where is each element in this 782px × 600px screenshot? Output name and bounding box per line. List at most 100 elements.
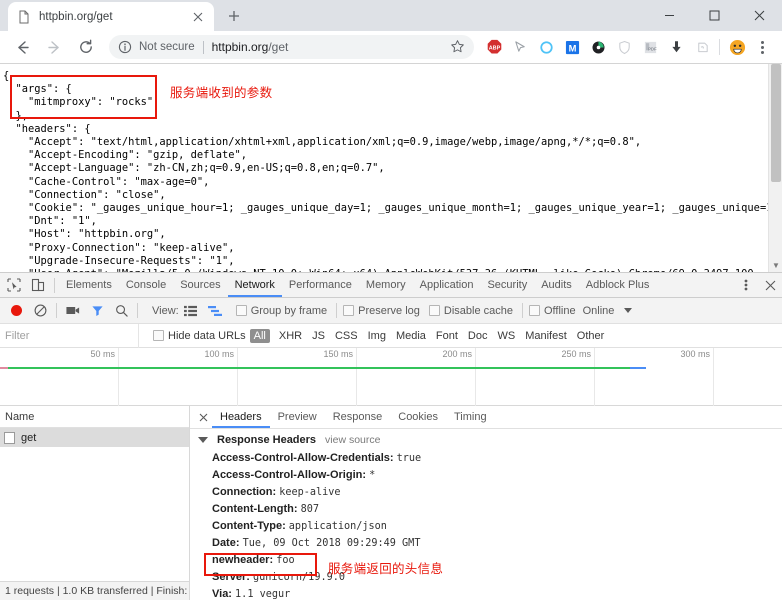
filter-type-all[interactable]: All	[249, 328, 270, 343]
preserve-log-checkbox[interactable]: Preserve log	[343, 305, 420, 317]
devtools-tab-sources[interactable]: Sources	[173, 273, 227, 297]
pdf-extension-icon[interactable]: PDF	[637, 34, 663, 60]
timeline-tick-label: 150 ms	[323, 349, 353, 359]
table-row[interactable]: get	[0, 428, 189, 447]
filter-type-other[interactable]: Other	[572, 330, 610, 342]
filter-type-manifest[interactable]: Manifest	[520, 330, 572, 342]
scroll-down-icon[interactable]: ▼	[769, 258, 782, 272]
filter-type-font[interactable]: Font	[431, 330, 463, 342]
history-extension-icon[interactable]	[689, 34, 715, 60]
filter-type-img[interactable]: Img	[363, 330, 391, 342]
device-toolbar-icon[interactable]	[26, 273, 50, 297]
hide-data-urls-checkbox[interactable]: Hide data URLs	[153, 330, 246, 342]
forward-icon[interactable]	[40, 33, 68, 61]
devtools-tab-adblock-plus[interactable]: Adblock Plus	[579, 273, 657, 297]
inspect-element-icon[interactable]	[2, 273, 26, 297]
detail-tab-cookies[interactable]: Cookies	[390, 406, 446, 428]
detail-close-icon[interactable]	[194, 407, 212, 427]
page-scrollbar[interactable]: ▲ ▼	[768, 64, 782, 272]
timeline-tick-label: 300 ms	[680, 349, 710, 359]
profile-avatar[interactable]	[724, 34, 750, 60]
filter-type-css[interactable]: CSS	[330, 330, 363, 342]
toolbar-divider-4	[521, 303, 523, 318]
download-extension-icon[interactable]	[663, 34, 689, 60]
online-throttle-value[interactable]: Online	[583, 305, 615, 317]
response-headers-section-header[interactable]: Response Headers view source	[190, 429, 782, 449]
toolbar-divider	[719, 39, 720, 55]
record-button[interactable]	[4, 299, 28, 323]
devtools-tab-network[interactable]: Network	[228, 273, 282, 297]
detail-tab-preview[interactable]: Preview	[270, 406, 325, 428]
circle-extension-icon[interactable]	[533, 34, 559, 60]
devtools-tab-console[interactable]: Console	[119, 273, 173, 297]
shield-extension-icon[interactable]	[611, 34, 637, 60]
address-bar[interactable]: Not secure httpbin.org/get	[109, 35, 474, 59]
offline-label: Offline	[543, 304, 576, 317]
window-minimize-button[interactable]	[647, 0, 692, 31]
triangle-down-icon[interactable]	[198, 437, 208, 443]
devtools-close-icon[interactable]	[758, 273, 782, 297]
list-view-icon[interactable]	[179, 299, 203, 323]
url-path: /get	[268, 40, 289, 54]
request-list-empty-space	[0, 447, 189, 581]
offline-checkbox[interactable]: Offline	[528, 304, 576, 317]
disable-cache-checkbox[interactable]: Disable cache	[428, 305, 513, 317]
filter-type-media[interactable]: Media	[391, 330, 431, 342]
window-close-button[interactable]	[737, 0, 782, 31]
browser-tab[interactable]: httpbin.org/get	[8, 2, 214, 31]
chrome-menu-button[interactable]	[750, 34, 774, 60]
devtools-tab-application[interactable]: Application	[413, 273, 481, 297]
header-value: keep-alive	[279, 486, 341, 498]
devtools-more-options-icon[interactable]	[734, 273, 758, 297]
filter-type-doc[interactable]: Doc	[463, 330, 493, 342]
search-icon[interactable]	[109, 299, 133, 323]
tab-strip: httpbin.org/get	[0, 0, 782, 31]
header-value: Tue, 09 Oct 2018 09:29:49 GMT	[242, 537, 421, 549]
devtools-tab-elements[interactable]: Elements	[59, 273, 119, 297]
waterfall-view-icon[interactable]	[203, 299, 227, 323]
window-maximize-button[interactable]	[692, 0, 737, 31]
header-name: Via:	[212, 587, 232, 600]
response-headers-title: Response Headers	[217, 434, 317, 446]
filter-input[interactable]: Filter	[0, 323, 139, 348]
annotation-box-args	[10, 75, 157, 119]
header-name: Access-Control-Allow-Origin:	[212, 468, 367, 481]
network-timeline-overview[interactable]: 50 ms 100 ms 150 ms 200 ms 250 ms 300 ms	[0, 348, 782, 406]
svg-text:PDF: PDF	[648, 46, 657, 51]
timeline-tick-label: 250 ms	[561, 349, 591, 359]
bookmark-star-icon[interactable]	[450, 39, 466, 55]
timeline-tick: 100 ms	[119, 348, 238, 406]
filter-type-xhr[interactable]: XHR	[274, 330, 307, 342]
header-value: *	[369, 469, 376, 481]
tab-close-icon[interactable]	[190, 9, 206, 25]
devtools-tab-memory[interactable]: Memory	[359, 273, 413, 297]
detail-tab-timing[interactable]: Timing	[446, 406, 495, 428]
document-icon	[4, 431, 15, 444]
view-source-link[interactable]: view source	[325, 434, 380, 446]
colorpick-extension-icon[interactable]	[585, 34, 611, 60]
capture-screenshots-icon[interactable]	[61, 299, 85, 323]
back-icon[interactable]	[8, 33, 36, 61]
annotation-text-newheader: 服务端返回的头信息	[328, 561, 444, 576]
detail-tab-response[interactable]: Response	[325, 406, 391, 428]
adblock-plus-extension-icon[interactable]: ABP	[481, 34, 507, 60]
markdown-extension-icon[interactable]: M	[559, 34, 585, 60]
pointer-extension-icon[interactable]	[507, 34, 533, 60]
devtools-tab-security[interactable]: Security	[480, 273, 534, 297]
filter-funnel-icon[interactable]	[85, 299, 109, 323]
devtools-tab-audits[interactable]: Audits	[534, 273, 579, 297]
request-list-column-name[interactable]: Name	[0, 406, 189, 428]
header-name: Connection:	[212, 485, 277, 498]
clear-button[interactable]	[28, 299, 52, 323]
reload-icon[interactable]	[72, 33, 100, 61]
group-by-frame-checkbox[interactable]: Group by frame	[235, 305, 327, 317]
devtools-tab-performance[interactable]: Performance	[282, 273, 359, 297]
chevron-down-icon[interactable]	[624, 308, 633, 313]
filter-type-js[interactable]: JS	[307, 330, 330, 342]
filter-type-ws[interactable]: WS	[492, 330, 520, 342]
detail-tab-headers[interactable]: Headers	[212, 406, 270, 428]
new-tab-button[interactable]	[220, 2, 248, 30]
info-circle-icon[interactable]	[118, 40, 133, 55]
devtools-tabbar-divider	[54, 277, 55, 293]
scrollbar-thumb[interactable]	[771, 64, 781, 182]
